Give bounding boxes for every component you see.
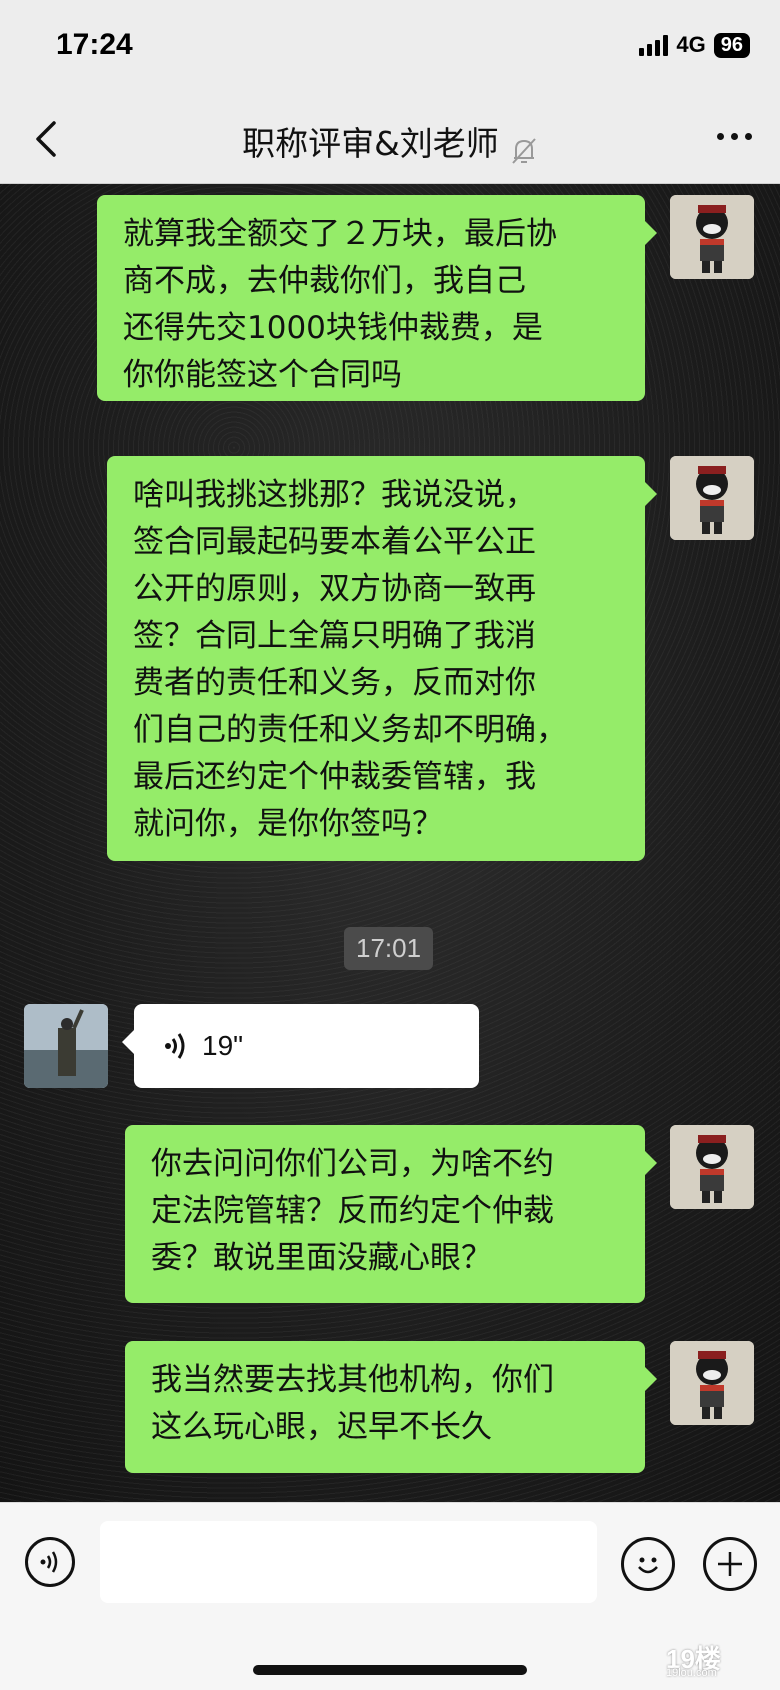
message-line: 这么玩心眼，迟早不长久 (151, 1409, 492, 1445)
message-line: 公开的原则，双方协商一致再 (133, 571, 536, 607)
message-line: 你你能签这个合同吗 (123, 357, 402, 393)
message-line: 们自己的责任和义务却不明确， (133, 712, 567, 748)
message-line: 我当然要去找其他机构，你们 (151, 1362, 554, 1398)
more-dot (731, 133, 738, 140)
message-input[interactable] (100, 1521, 597, 1603)
message-bubble-self[interactable]: 啥叫我挑这挑那？我说没说， 签合同最起码要本着公平公正 公开的原则，双方协商一致… (107, 456, 657, 861)
message-line: 最后还约定个仲裁委管辖，我 (133, 759, 536, 795)
status-indicators: 4G 96 (639, 32, 750, 58)
message-timestamp: 17:01 (344, 927, 434, 970)
more-dot (745, 133, 752, 140)
message-bubble-self[interactable]: 你去问问你们公司，为啥不约 定法院管辖？反而约定个仲裁 委？敢说里面没藏心眼？ (125, 1125, 657, 1303)
more-dots-icon (717, 133, 724, 140)
input-bar: 19楼 19lou.com (0, 1502, 780, 1690)
plus-button[interactable] (703, 1537, 757, 1591)
cat-avatar-icon (670, 1125, 754, 1209)
watermark-logo: 19楼 19lou.com (666, 1639, 752, 1679)
voice-wave-icon (165, 1033, 185, 1059)
home-indicator[interactable] (253, 1665, 527, 1675)
voice-toggle-icon (40, 1551, 58, 1573)
avatar-self[interactable] (670, 195, 754, 279)
network-type: 4G (676, 32, 706, 57)
signal-icon (639, 34, 669, 56)
battery-level: 96 (713, 32, 750, 58)
message-line: 啥叫我挑这挑那？我说没说， (133, 477, 536, 513)
more-options-button[interactable] (717, 133, 752, 140)
message-line: 委？敢说里面没藏心眼？ (151, 1240, 492, 1276)
message-bubble-self[interactable]: 就算我全额交了２万块，最后协 商不成，去仲裁你们，我自己 还得先交1000块钱仲… (97, 195, 657, 401)
emoji-button[interactable] (621, 1537, 675, 1591)
nav-bar: 职称评审&刘老师 (0, 95, 780, 184)
voice-toggle-button[interactable] (25, 1537, 75, 1587)
avatar-self[interactable] (670, 1125, 754, 1209)
status-bar: 17:24 4G 96 (0, 0, 780, 95)
mute-bell-icon (512, 137, 536, 164)
message-line: 就算我全额交了２万块，最后协 (123, 216, 557, 252)
photo-avatar-icon (24, 1004, 108, 1088)
watermark-subtext: 19lou.com (666, 1667, 717, 1679)
status-time: 17:24 (56, 28, 133, 61)
plus-icon (718, 1552, 742, 1576)
message-line: 商不成，去仲裁你们，我自己 (123, 263, 526, 299)
emoji-icon (638, 1557, 658, 1574)
message-line: 费者的责任和义务，反而对你 (133, 665, 536, 701)
avatar-self[interactable] (670, 456, 754, 540)
chat-title: 职称评审&刘老师 (242, 124, 499, 163)
message-line: 签合同最起码要本着公平公正 (133, 524, 536, 560)
avatar-self[interactable] (670, 1341, 754, 1425)
avatar-other[interactable] (24, 1004, 108, 1088)
message-line: 还得先交1000块钱仲裁费，是 (123, 310, 543, 346)
message-line: 签？合同上全篇只明确了我消 (133, 618, 536, 654)
cat-avatar-icon (670, 195, 754, 279)
cat-avatar-icon (670, 1341, 754, 1425)
cat-avatar-icon (670, 456, 754, 540)
message-bubble-self[interactable]: 我当然要去找其他机构，你们 这么玩心眼，迟早不长久 (125, 1341, 657, 1473)
message-line: 你去问问你们公司，为啥不约 (151, 1146, 554, 1182)
chat-area[interactable]: 就算我全额交了２万块，最后协 商不成，去仲裁你们，我自己 还得先交1000块钱仲… (0, 184, 780, 1502)
message-line: 定法院管辖？反而约定个仲裁 (151, 1193, 554, 1229)
voice-duration: 19" (202, 1030, 244, 1061)
message-line: 就问你，是你你签吗？ (133, 806, 443, 842)
title-wrap: 职称评审&刘老师 (0, 117, 780, 166)
voice-message-bubble[interactable]: 19" (122, 1004, 479, 1088)
